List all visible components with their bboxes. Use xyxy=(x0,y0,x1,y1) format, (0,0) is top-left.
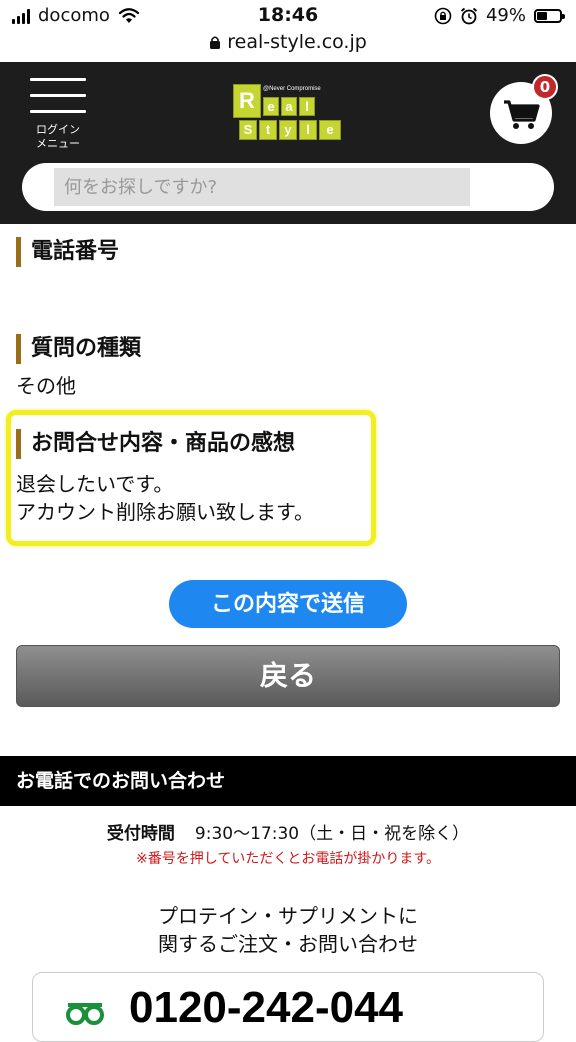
inquiry-topic-line-2: 関するご注文・お問い合わせ xyxy=(158,932,418,956)
logo-tagline: @Never Compromise xyxy=(263,86,321,92)
rotation-lock-icon xyxy=(434,7,452,24)
hamburger-icon xyxy=(30,74,86,113)
question-type-heading: 質問の種類 xyxy=(16,334,141,364)
reception-hours: 受付時間 9:30〜17:30（土・日・祝を除く） xyxy=(0,822,576,846)
logo-letter: l xyxy=(299,120,317,140)
alarm-icon xyxy=(460,7,478,24)
phone-number: 0120-242-044 xyxy=(129,983,404,1032)
call-notice: ※番号を押していただくとお電話が掛かります。 xyxy=(136,851,440,867)
url-domain: real-style.co.jp xyxy=(227,31,367,53)
inquiry-content-heading: お問合せ内容・商品の感想 xyxy=(16,429,295,459)
logo-letter: y xyxy=(279,120,297,140)
status-bar-right: 49% xyxy=(434,5,565,26)
reception-hours-label: 受付時間 xyxy=(106,824,175,844)
real-style-logo[interactable]: R @Never Compromise e a l S t y l e xyxy=(233,84,345,142)
inquiry-topic-line-1: プロテイン・サプリメントに xyxy=(158,904,418,928)
logo-letter: t xyxy=(259,120,277,140)
login-menu-button[interactable]: ログイン メニュー xyxy=(26,74,90,154)
logo-letter: a xyxy=(281,97,297,116)
freedial-icon xyxy=(66,1003,104,1025)
inquiry-content-line-1: 退会したいです。 xyxy=(16,472,174,496)
cart-count-badge: 0 xyxy=(532,74,558,100)
battery-percent: 49% xyxy=(485,5,526,26)
inquiry-topic: プロテイン・サプリメントに 関するご注文・お問い合わせ xyxy=(0,902,576,958)
reception-hours-value: 9:30〜17:30（土・日・祝を除く） xyxy=(194,824,470,844)
phone-number-heading: 電話番号 xyxy=(16,237,119,267)
logo-letter: S xyxy=(239,120,257,140)
logo-letter: e xyxy=(319,120,341,140)
question-type-value: その他 xyxy=(16,374,76,398)
site-header: ログイン メニュー R @Never Compromise e a l S t … xyxy=(0,62,576,224)
login-menu-label: ログイン メニュー xyxy=(36,123,80,150)
logo-letter: R xyxy=(233,84,261,118)
submit-button[interactable]: この内容で送信 xyxy=(169,580,407,628)
status-bar: docomo 18:46 49% xyxy=(0,0,576,32)
search-input[interactable] xyxy=(54,168,470,206)
address-bar[interactable]: real-style.co.jp xyxy=(0,30,576,60)
back-button[interactable]: 戻る xyxy=(16,645,560,707)
phone-call-button[interactable]: 0120-242-044 xyxy=(32,972,544,1042)
battery-level-fill xyxy=(537,11,547,20)
logo-letter: l xyxy=(299,97,315,116)
search-bar xyxy=(22,163,554,211)
battery-icon xyxy=(534,8,565,23)
lock-icon xyxy=(210,36,221,49)
logo-letter: e xyxy=(263,97,279,116)
inquiry-content-line-2: アカウント削除お願い致します。 xyxy=(16,500,314,524)
phone-inquiry-section-title: お電話でのお問い合わせ xyxy=(0,756,576,806)
